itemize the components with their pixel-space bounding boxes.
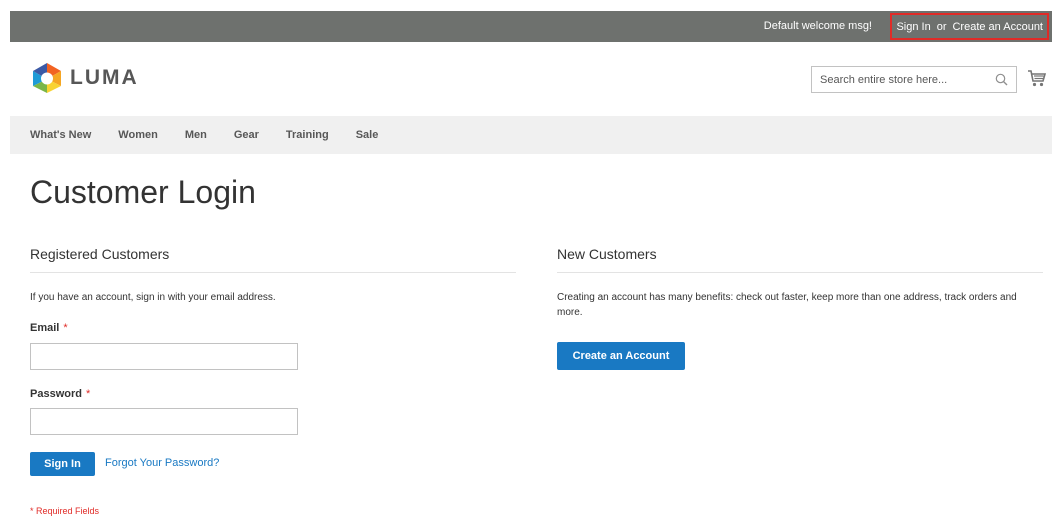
logo-text: LUMA — [70, 66, 139, 89]
auth-links: Sign In or Create an Account — [890, 13, 1049, 40]
password-label: Password * — [30, 388, 90, 400]
registered-customers-title: Registered Customers — [30, 246, 516, 273]
nav-item-sale[interactable]: Sale — [356, 129, 379, 141]
required-fields-note: * Required Fields — [30, 506, 100, 516]
nav-item-men[interactable]: Men — [185, 129, 207, 141]
nav-item-gear[interactable]: Gear — [234, 129, 259, 141]
page-title: Customer Login — [30, 174, 256, 210]
welcome-message: Default welcome msg! — [763, 20, 872, 32]
nav-item-women[interactable]: Women — [118, 129, 158, 141]
search-input[interactable] — [812, 67, 998, 92]
email-field[interactable] — [31, 344, 297, 369]
email-label-text: Email — [30, 322, 60, 334]
luma-logo-icon — [33, 63, 61, 93]
new-customers-note: Creating an account has many benefits: c… — [557, 292, 1017, 318]
registered-note: If you have an account, sign in with you… — [30, 292, 276, 303]
nav-item-training[interactable]: Training — [286, 129, 329, 141]
cart-icon[interactable] — [1027, 69, 1047, 87]
password-field[interactable] — [31, 409, 297, 434]
forgot-password-link[interactable]: Forgot Your Password? — [105, 457, 219, 469]
new-customers-title: New Customers — [557, 246, 1043, 273]
logo[interactable]: LUMA — [32, 62, 139, 94]
main-nav: What's New Women Men Gear Training Sale — [10, 116, 1052, 154]
required-asterisk: * — [85, 388, 91, 400]
email-label: Email * — [30, 322, 68, 334]
search-icon[interactable] — [995, 73, 1008, 86]
header: LUMA — [10, 42, 1052, 116]
sign-in-button[interactable]: Sign In — [30, 452, 95, 476]
email-field-wrapper — [30, 343, 298, 370]
search-box — [811, 66, 1017, 93]
create-account-button[interactable]: Create an Account — [557, 342, 685, 370]
top-panel: Default welcome msg! Sign In or Create a… — [10, 11, 1052, 42]
sign-in-link[interactable]: Sign In — [896, 21, 930, 33]
password-label-text: Password — [30, 388, 82, 400]
nav-item-whats-new[interactable]: What's New — [30, 129, 91, 141]
password-field-wrapper — [30, 408, 298, 435]
required-asterisk: * — [63, 322, 68, 334]
create-account-link[interactable]: Create an Account — [952, 21, 1043, 33]
or-separator: or — [936, 20, 947, 33]
